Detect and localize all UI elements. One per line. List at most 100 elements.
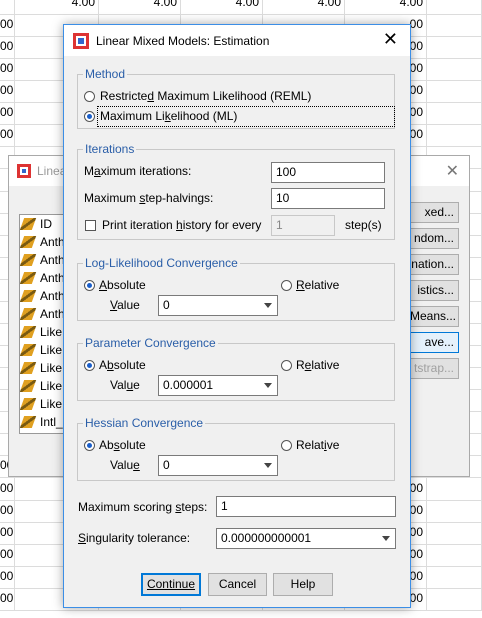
- variable-name: Like: [40, 325, 63, 339]
- grid-cell[interactable]: 00: [0, 521, 15, 544]
- print-history-steps-input[interactable]: 1: [271, 215, 335, 236]
- chevron-down-icon: [382, 536, 390, 541]
- grid-cell[interactable]: [0, 0, 15, 14]
- dialog-title: Linear Mixed Models: Estimation: [96, 34, 270, 48]
- reml-label: Restricted Maximum Likelihood (REML): [100, 89, 312, 103]
- variable-name: Anth: [40, 235, 65, 249]
- background-dialog-button[interactable]: nation...: [409, 254, 459, 275]
- grid-cell[interactable]: 00: [0, 565, 15, 588]
- estimation-dialog: Linear Mixed Models: Estimation ✕ Method…: [63, 24, 411, 608]
- grid-cell[interactable]: 00: [0, 499, 15, 522]
- chevron-down-icon: [264, 383, 272, 388]
- loglik-value-select[interactable]: 0: [158, 295, 278, 316]
- grid-cell[interactable]: 4.00: [263, 0, 345, 14]
- close-icon[interactable]: ✕: [383, 29, 398, 50]
- variable-name: Like: [40, 343, 63, 357]
- singularity-tolerance-label: Singularity tolerance:: [78, 531, 191, 545]
- method-legend: Method: [85, 67, 126, 81]
- grid-cell[interactable]: 4.00: [15, 0, 99, 14]
- spss-dialog-icon: [73, 33, 89, 49]
- grid-cell[interactable]: 00: [0, 14, 15, 37]
- grid-cell[interactable]: 00: [0, 587, 15, 610]
- hessian-absolute-radio[interactable]: [84, 440, 95, 451]
- grid-cell[interactable]: 00: [0, 543, 15, 566]
- grid-cell[interactable]: 00: [0, 36, 15, 59]
- variable-ruler-icon: [20, 380, 37, 392]
- loglik-relative-label: Relative: [296, 278, 340, 292]
- background-dialog-button[interactable]: ave...: [409, 332, 459, 353]
- hessian-value-select[interactable]: 0: [158, 455, 278, 476]
- grid-cell[interactable]: [427, 80, 482, 103]
- grid-cell[interactable]: [427, 58, 482, 81]
- background-dialog-button[interactable]: Means...: [409, 306, 459, 327]
- variable-ruler-icon: [20, 344, 37, 356]
- hessian-value-label: Value: [110, 458, 140, 472]
- background-dialog-button[interactable]: xed...: [409, 202, 459, 223]
- max-scoring-steps-label: Maximum scoring steps:: [78, 500, 208, 514]
- grid-cell[interactable]: [427, 0, 482, 14]
- grid-cell[interactable]: [427, 565, 482, 588]
- grid-cell[interactable]: [427, 543, 482, 566]
- cancel-button[interactable]: Cancel: [208, 573, 267, 596]
- loglik-value-label: Value: [110, 298, 140, 312]
- continue-label: Continue: [146, 577, 196, 591]
- grid-cell[interactable]: 00: [0, 80, 15, 103]
- max-iterations-input[interactable]: 100: [271, 162, 385, 183]
- param-value-select[interactable]: 0.000001: [158, 375, 278, 396]
- variable-ruler-icon: [20, 254, 37, 266]
- background-close-icon[interactable]: ✕: [446, 161, 459, 181]
- spss-dialog-icon: [17, 164, 31, 178]
- hessian-value-text: 0: [163, 458, 170, 472]
- singularity-tolerance-text: 0.000000000001: [221, 531, 312, 545]
- grid-cell[interactable]: [427, 124, 482, 147]
- background-title: Linea: [37, 164, 67, 178]
- param-value-label: Value: [110, 378, 140, 392]
- param-value-text: 0.000001: [163, 378, 214, 392]
- hessian-relative-label: Relative: [296, 438, 340, 452]
- grid-cell[interactable]: [427, 587, 482, 610]
- max-iterations-label: Maximum iterations:: [84, 164, 192, 178]
- grid-cell[interactable]: 00: [0, 477, 15, 500]
- grid-cell[interactable]: 00: [0, 102, 15, 125]
- reml-radio[interactable]: [84, 91, 95, 102]
- grid-cell[interactable]: [427, 521, 482, 544]
- loglik-absolute-radio[interactable]: [84, 280, 95, 291]
- param-relative-radio[interactable]: [281, 360, 292, 371]
- variable-name: Like: [40, 361, 63, 375]
- background-dialog-button[interactable]: ndom...: [409, 228, 459, 249]
- variable-ruler-icon: [20, 362, 37, 374]
- ml-radio[interactable]: [84, 111, 95, 122]
- variable-ruler-icon: [20, 236, 37, 248]
- print-history-checkbox[interactable]: [85, 220, 96, 231]
- max-step-halvings-label: Maximum step-halvings:: [84, 191, 214, 205]
- grid-row: 4.00 4.00 4.00 4.00 4.00: [0, 0, 482, 15]
- grid-cell[interactable]: 00: [0, 58, 15, 81]
- grid-cell[interactable]: 4.00: [181, 0, 263, 14]
- grid-cell[interactable]: [427, 102, 482, 125]
- loglik-relative-radio[interactable]: [281, 280, 292, 291]
- param-relative-label: Relative: [296, 358, 340, 372]
- background-dialog-button[interactable]: tstrap...: [409, 358, 459, 379]
- help-button[interactable]: Help: [273, 573, 333, 596]
- variable-name: Anth: [40, 307, 65, 321]
- grid-cell[interactable]: 4.00: [345, 0, 427, 14]
- grid-cell[interactable]: [427, 14, 482, 37]
- hessian-relative-radio[interactable]: [281, 440, 292, 451]
- background-dialog-button[interactable]: istics...: [409, 280, 459, 301]
- variable-ruler-icon: [20, 218, 37, 230]
- grid-cell[interactable]: 00: [0, 124, 15, 147]
- hessian-legend: Hessian Convergence: [85, 416, 204, 430]
- param-absolute-radio[interactable]: [84, 360, 95, 371]
- max-step-halvings-input[interactable]: 10: [271, 188, 385, 209]
- max-scoring-steps-input[interactable]: 1: [216, 496, 396, 517]
- grid-cell[interactable]: [427, 36, 482, 59]
- grid-cell[interactable]: [427, 499, 482, 522]
- variable-name: Anth: [40, 289, 65, 303]
- singularity-tolerance-select[interactable]: 0.000000000001: [216, 528, 396, 549]
- grid-cell[interactable]: [427, 477, 482, 500]
- continue-button[interactable]: Continue: [141, 573, 201, 596]
- variable-name: Like: [40, 379, 63, 393]
- grid-cell[interactable]: 4.00: [99, 0, 181, 14]
- variable-name: Like: [40, 397, 63, 411]
- variable-name: ID: [40, 217, 52, 231]
